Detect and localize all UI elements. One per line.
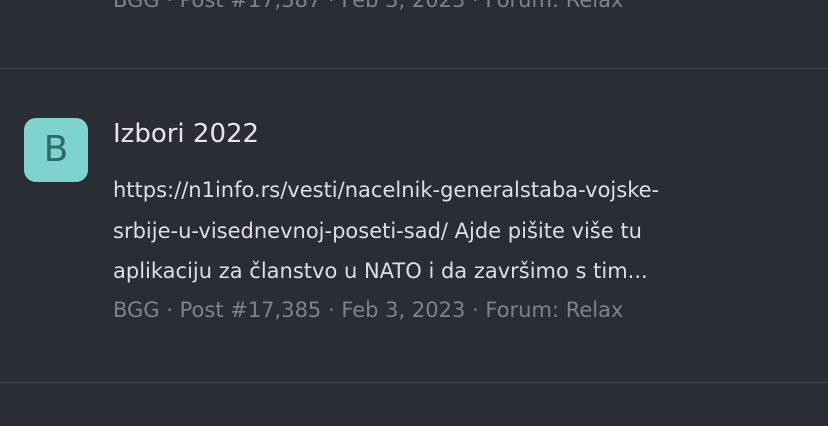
result-title[interactable]: Izbori 2022 (113, 119, 259, 149)
avatar[interactable]: B (24, 118, 88, 182)
result-meta: BGG · Post #17,385 · Feb 3, 2023 · Forum… (113, 298, 624, 322)
snippet-line: https://n1info.rs/vesti/nacelnik-general… (113, 178, 660, 202)
snippet-line: srbije-u-visednevnoj-poseti-sad/ Ajde pi… (113, 218, 642, 243)
search-result-item[interactable]: B Izbori 2022 https://n1info.rs/vesti/na… (0, 69, 828, 382)
snippet-line: aplikaciju za članstvo u NATO i da završ… (113, 259, 648, 283)
search-results-page: BGG · Post #17,387 · Feb 3, 2023 · Forum… (0, 0, 828, 426)
divider (0, 382, 828, 383)
previous-result-meta: BGG · Post #17,387 · Feb 3, 2023 · Forum… (113, 0, 624, 12)
result-snippet: https://n1info.rs/vesti/nacelnik-general… (113, 170, 813, 292)
